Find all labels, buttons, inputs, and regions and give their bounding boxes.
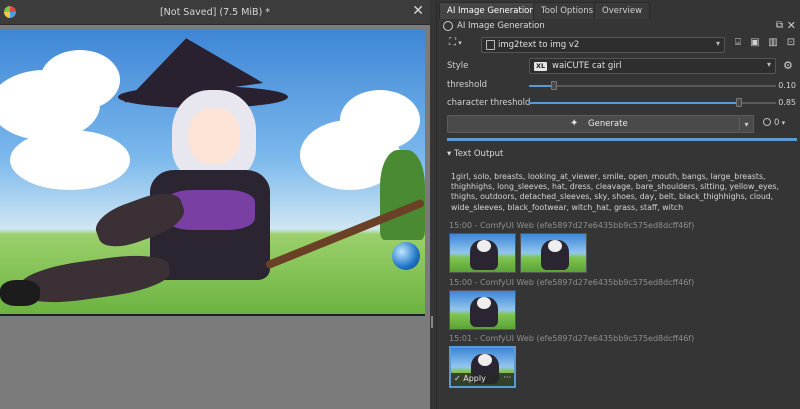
- splitter-handle[interactable]: [431, 316, 433, 328]
- slider-track: [529, 85, 776, 87]
- panel-header: AI Image Generation ⧉ ✕: [441, 19, 799, 34]
- chevron-down-icon: ▾: [715, 39, 720, 48]
- slider-handle[interactable]: [551, 81, 557, 90]
- history-thumbnail-selected[interactable]: ✓ Apply ···: [449, 346, 516, 388]
- tab-tool-options[interactable]: Tool Options: [533, 2, 602, 19]
- history-group-label: 15:00 - ComfyUI Web (efe5897d27e6435bb9c…: [449, 221, 695, 230]
- ai-generation-icon: [443, 21, 453, 31]
- leg-shape: [18, 249, 172, 309]
- document-title: [Not Saved] (7.5 MiB) *: [159, 7, 271, 18]
- tree-shape: [380, 150, 425, 240]
- close-document-icon[interactable]: ✕: [412, 3, 424, 19]
- progress-bar: [447, 138, 797, 141]
- text-output-content[interactable]: 1girl, solo, breasts, looking_at_viewer,…: [451, 172, 789, 213]
- cloud-shape: [10, 130, 130, 190]
- history-group-label: 15:00 - ComfyUI Web (efe5897d27e6435bb9c…: [449, 278, 695, 287]
- threshold-label: threshold: [447, 80, 488, 90]
- cloud-shape: [340, 90, 420, 150]
- style-selected: waiCUTE cat girl: [552, 61, 622, 71]
- workflow-toolbar: ⛶ ▾ img2text to img v2 ▾ ⌸ ▣ ▥ ⊡: [441, 36, 799, 54]
- history-group-label: 15:01 - ComfyUI Web (efe5897d27e6435bb9c…: [449, 334, 695, 343]
- figure-hair-shape: [548, 240, 562, 252]
- save-icon[interactable]: ▣: [748, 37, 762, 52]
- cloud-shape: [40, 50, 120, 110]
- import-icon[interactable]: ⊡: [784, 37, 798, 52]
- character-threshold-label: character threshold: [447, 98, 531, 108]
- figure-hair-shape: [477, 240, 491, 252]
- workflow-selected: img2text to img v2: [498, 40, 580, 50]
- chevron-down-icon: ▾: [766, 60, 771, 69]
- magic-wand-icon: ✦: [570, 118, 579, 129]
- history-thumbnail[interactable]: [449, 233, 516, 273]
- character-threshold-value: 0.85: [778, 98, 796, 107]
- document-icon: [486, 40, 495, 50]
- thumbnail-action-bar: ✓ Apply ···: [451, 373, 514, 386]
- history-thumbnail[interactable]: [449, 290, 516, 330]
- ai-docker: AI Image Generation Tool Options Overvie…: [436, 0, 800, 409]
- text-output-toggle[interactable]: ▾ Text Output: [447, 149, 503, 159]
- style-settings-gear-icon[interactable]: ⚙: [783, 59, 793, 72]
- threshold-slider[interactable]: [529, 81, 776, 91]
- delete-icon[interactable]: ▥: [766, 37, 780, 52]
- queue-icon: [763, 118, 771, 126]
- style-select[interactable]: XL waiCUTE cat girl ▾: [529, 58, 776, 74]
- style-label: Style: [447, 61, 469, 71]
- close-panel-icon[interactable]: ✕: [787, 19, 796, 32]
- tab-ai-image-generation[interactable]: AI Image Generation: [439, 2, 543, 19]
- canvas-image[interactable]: [0, 30, 425, 316]
- figure-hair-shape: [478, 354, 492, 366]
- history-list[interactable]: 1girl, solo, breasts, looking_at_viewer,…: [447, 162, 800, 409]
- orb-shape: [392, 242, 420, 270]
- character-threshold-slider[interactable]: [529, 98, 776, 108]
- panel-title: AI Image Generation: [457, 21, 545, 31]
- slider-fill: [529, 102, 739, 104]
- apply-button[interactable]: ✓ Apply: [454, 374, 486, 383]
- queue-button[interactable]: 0 ▾: [763, 118, 785, 128]
- workflow-select[interactable]: img2text to img v2 ▾: [481, 37, 725, 53]
- open-folder-icon[interactable]: ⌸: [731, 37, 745, 52]
- slider-handle[interactable]: [736, 98, 742, 107]
- checkmark-icon: ✓: [454, 374, 464, 383]
- tab-overview[interactable]: Overview: [594, 2, 651, 19]
- chevron-down-icon: ▾: [779, 119, 786, 127]
- float-panel-icon[interactable]: ⧉: [776, 20, 783, 31]
- shoe-shape: [0, 280, 40, 306]
- history-thumbnail[interactable]: [520, 233, 587, 273]
- xl-badge: XL: [534, 62, 548, 71]
- generate-options-button[interactable]: ▾: [740, 115, 754, 133]
- workflow-mode-icon: ⛶: [449, 37, 456, 48]
- chevron-down-icon: ▾: [744, 120, 749, 129]
- docker-tabbar: AI Image Generation Tool Options Overvie…: [437, 2, 800, 19]
- more-options-button[interactable]: ···: [503, 373, 511, 382]
- apply-label: Apply: [463, 374, 486, 383]
- generate-button[interactable]: ✦ Generate: [447, 115, 740, 133]
- workflow-mode-button[interactable]: ⛶ ▾: [449, 37, 475, 52]
- document-titlebar: [Not Saved] (7.5 MiB) * ✕: [0, 0, 430, 25]
- face-shape: [188, 108, 240, 164]
- threshold-value: 0.10: [778, 81, 796, 90]
- generate-label: Generate: [588, 119, 628, 129]
- chevron-down-icon: ▾: [456, 39, 462, 47]
- canvas-pane: [Not Saved] (7.5 MiB) * ✕: [0, 0, 433, 409]
- figure-hair-shape: [477, 297, 491, 309]
